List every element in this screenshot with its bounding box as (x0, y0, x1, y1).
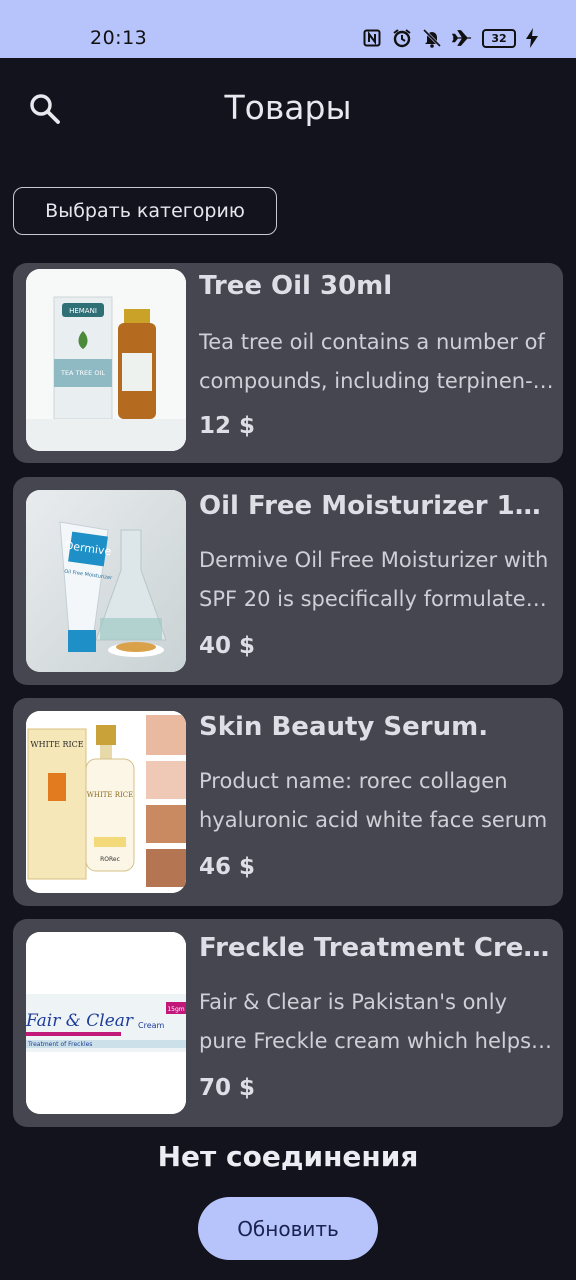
product-card[interactable]: Dermive Oil Free Moisturizer Oil Free Mo… (13, 477, 563, 685)
product-description: Fair & Clear is Pakistan's only pure Fre… (199, 990, 532, 1053)
product-image: HEMANI TEA TREE OIL (26, 269, 186, 451)
product-list[interactable]: HEMANI TEA TREE OIL Tree Oil 30ml Tea tr… (13, 263, 563, 1133)
nfc-icon (362, 28, 382, 48)
app-bar: Товары (0, 58, 576, 158)
product-price: 70 $ (199, 1075, 256, 1101)
no-connection-message: Нет соединения (157, 1140, 419, 1173)
alarm-icon (392, 28, 412, 48)
product-card[interactable]: WHITE RICE WHITE RICE RORec Skin Beauty … (13, 698, 563, 906)
product-title: Tree Oil 30ml (199, 271, 393, 301)
product-image: Dermive Oil Free Moisturizer (26, 490, 186, 672)
product-label: TEA TREE OIL (60, 369, 105, 377)
product-label: RORec (100, 856, 120, 863)
refresh-button[interactable]: Обновить (198, 1197, 378, 1260)
product-description: Product name: rorec collagen hyaluronic … (199, 769, 548, 832)
product-label: Cream (138, 1021, 165, 1030)
product-price: 40 $ (199, 633, 256, 659)
svg-text:WHITE RICE: WHITE RICE (87, 791, 134, 799)
product-title: Oil Free Moisturizer 100ml (199, 491, 555, 521)
status-icons: 32 (362, 28, 538, 48)
battery-icon: 32 (482, 28, 516, 48)
charging-icon (526, 28, 538, 48)
product-image: Fair & Clear Cream 15gm Treatment of Fre… (26, 932, 186, 1114)
product-description: Dermive Oil Free Moisturizer with SPF 20… (199, 548, 549, 611)
brand-label: Fair & Clear (26, 1011, 134, 1031)
status-bar: 20:13 32 (0, 0, 576, 58)
product-price: 46 $ (199, 854, 256, 880)
page-title: Товары (224, 88, 352, 127)
size-label: 15gm (167, 1006, 184, 1013)
product-card[interactable]: HEMANI TEA TREE OIL Tree Oil 30ml Tea tr… (13, 263, 563, 463)
airplane-icon (452, 28, 472, 48)
select-category-button[interactable]: Выбрать категорию (13, 187, 277, 235)
status-time: 20:13 (90, 27, 148, 49)
note-label: Treatment of Freckles (27, 1041, 92, 1048)
product-price: 12 $ (199, 413, 256, 439)
product-image: WHITE RICE WHITE RICE RORec (26, 711, 186, 893)
brand-label: WHITE RICE (30, 740, 83, 749)
brand-label: HEMANI (69, 307, 97, 315)
product-title: Skin Beauty Serum. (199, 712, 489, 742)
product-description: Tea tree oil contains a number of compou… (199, 330, 554, 393)
product-title: Freckle Treatment Cream- 15gm (199, 933, 555, 963)
bell-off-icon (422, 28, 442, 48)
product-card[interactable]: Fair & Clear Cream 15gm Treatment of Fre… (13, 919, 563, 1127)
